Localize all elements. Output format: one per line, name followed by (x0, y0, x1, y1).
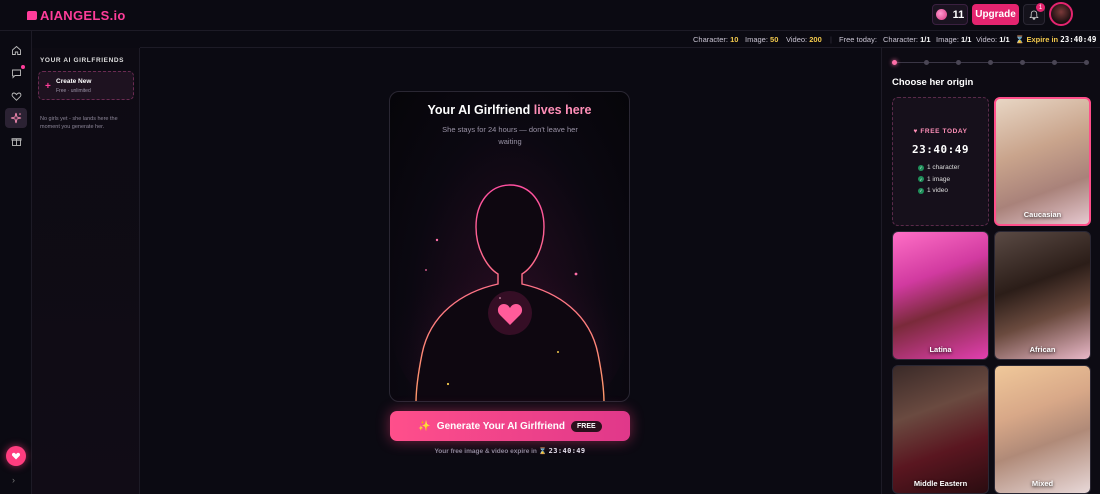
check-icon: ✓ (918, 176, 924, 183)
character-credits: Character: 10 (693, 35, 739, 44)
sparkle-icon (10, 112, 22, 124)
image-credits: Image: 50 (745, 35, 779, 44)
step-dot (924, 60, 929, 65)
step-dot (1084, 60, 1089, 65)
free-today-heading: ♥ FREE TODAY (913, 128, 968, 135)
create-new-subtitle: Free · unlimited (56, 88, 91, 94)
origin-panel: Choose her origin ♥ FREE TODAY 23:40:49 … (881, 48, 1100, 494)
home-icon (11, 45, 21, 55)
preview-subtitle: She stays for 24 hours — don't leave her… (442, 125, 578, 146)
generate-button[interactable]: ✨ Generate Your AI Girlfriend FREE (390, 411, 630, 441)
rail-gifts[interactable] (5, 131, 27, 151)
perk-item: ✓ 1 image (918, 175, 951, 183)
origin-option-african[interactable]: African (994, 231, 1091, 360)
step-dot (988, 60, 993, 65)
coin-count: 11 (952, 8, 965, 21)
coin-icon (935, 9, 947, 20)
sparkles-icon: ✨ (418, 420, 431, 432)
hourglass-icon: ⌛ (1015, 35, 1025, 44)
hourglass-icon: ⌛ (538, 448, 547, 455)
check-icon: ✓ (918, 164, 924, 171)
video-credits: Video: 200 (786, 35, 822, 44)
check-icon: ✓ (918, 187, 924, 194)
free-video: Video: 1/1 (976, 35, 1010, 44)
heart-icon: ♥ (913, 128, 918, 135)
expand-chevron-icon[interactable]: › (12, 475, 15, 485)
heart-icon (11, 92, 21, 101)
rail-generate[interactable] (5, 108, 27, 128)
free-badge: FREE (570, 420, 602, 432)
generator-stage: Your AI Girlfriend lives here She stays … (140, 48, 881, 494)
preview-title: Your AI Girlfriend lives here (427, 103, 592, 117)
origin-option-label: African (1029, 345, 1056, 354)
empty-state-note: No girls yet - she lands here the moment… (40, 116, 118, 130)
origin-option-caucasian[interactable]: Caucasian (994, 97, 1091, 226)
free-character: Character: 1/1 (883, 35, 931, 44)
rail-home[interactable] (5, 40, 27, 60)
upgrade-button[interactable]: Upgrade (972, 4, 1019, 25)
notification-badge: 1 (1036, 3, 1045, 12)
free-today-tile: ♥ FREE TODAY 23:40:49 ✓ 1 character ✓ 1 im… (892, 97, 989, 226)
step-dot (1020, 60, 1025, 65)
chat-icon (11, 69, 21, 79)
divider: | (830, 35, 832, 44)
top-bar: AIANGELS.io 11 Upgrade 1 (0, 0, 1100, 31)
expire-countdown: ⌛ Expire in 23:40:49 (1015, 35, 1097, 44)
step-dot (892, 60, 897, 65)
favorites-fab[interactable] (6, 446, 26, 466)
free-today-label: Free today: (839, 35, 877, 44)
origin-option-label: Caucasian (1023, 210, 1062, 219)
perk-item: ✓ 1 video (918, 187, 948, 195)
panel-title: YOUR AI GIRLFRIENDS (40, 57, 125, 64)
perk-item: ✓ 1 character (918, 164, 960, 172)
preview-card: Your AI Girlfriend lives here She stays … (389, 91, 630, 402)
origin-option-mixed[interactable]: Mixed (994, 365, 1091, 494)
origin-title: Choose her origin (892, 77, 974, 88)
logo[interactable]: AIANGELS.io (27, 8, 126, 23)
girlfriends-panel: YOUR AI GIRLFRIENDS + Create New Free · … (32, 48, 140, 494)
left-rail: › (0, 31, 32, 494)
generate-button-label: Generate Your AI Girlfriend (436, 420, 565, 432)
heart-icon (11, 452, 21, 460)
plus-icon: + (45, 81, 51, 92)
gift-icon (11, 137, 21, 146)
free-image: Image: 1/1 (936, 35, 972, 44)
free-perks-list: ✓ 1 character ✓ 1 image ✓ 1 video (918, 162, 960, 197)
expire-note: Your free image & video expire in ⌛ 23:4… (434, 447, 586, 455)
origin-option-label: Latina (929, 345, 952, 354)
chat-unread-dot (21, 65, 25, 69)
logo-text: AIANGELS.io (40, 8, 126, 23)
avatar[interactable] (1049, 2, 1073, 26)
origin-option-label: Middle Eastern (913, 479, 968, 488)
credits-bar: Character: 10 Image: 50 Video: 200 | Fre… (140, 31, 1100, 48)
step-dot (1052, 60, 1057, 65)
origin-option-label: Mixed (1031, 479, 1054, 488)
origin-option-latina[interactable]: Latina (892, 231, 989, 360)
coin-balance[interactable]: 11 (932, 4, 968, 25)
create-new-title: Create New (56, 78, 92, 85)
origin-option-middle-eastern[interactable]: Middle Eastern (892, 365, 989, 494)
free-today-timer: 23:40:49 (912, 143, 969, 156)
step-dot (956, 60, 961, 65)
logo-icon (27, 11, 37, 20)
rail-favorites[interactable] (5, 86, 27, 106)
create-new-button[interactable]: + Create New Free · unlimited (38, 71, 134, 100)
